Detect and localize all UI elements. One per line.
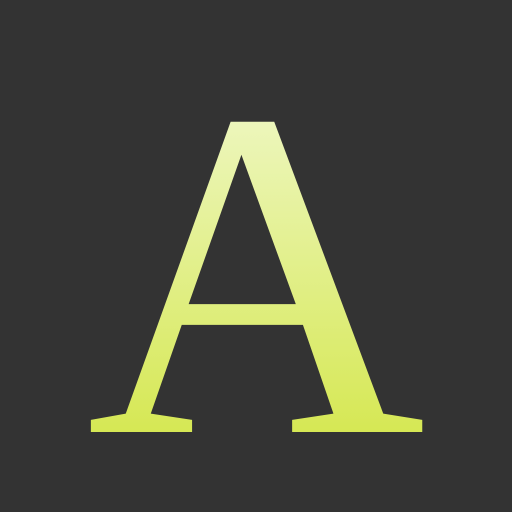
app-icon-tile: A (0, 0, 512, 512)
letter-a-glyph: A (86, 13, 425, 512)
letter-a-icon: A (86, 13, 425, 512)
